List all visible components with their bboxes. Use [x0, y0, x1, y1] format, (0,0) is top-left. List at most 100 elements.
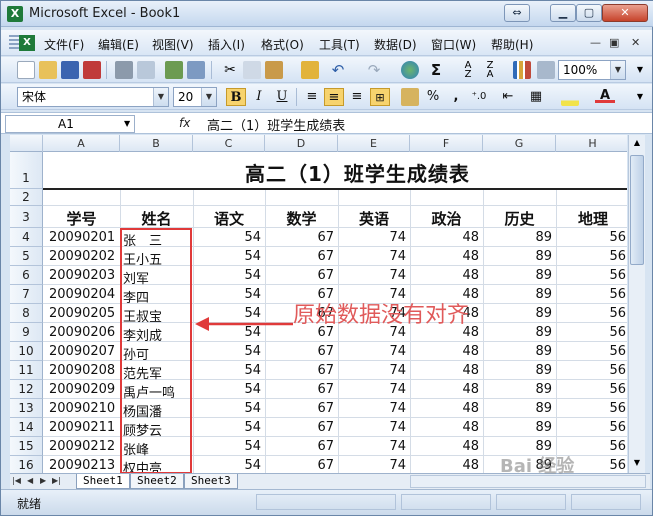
data-cell[interactable]: 48: [410, 420, 479, 435]
last-sheet-icon[interactable]: ▶|: [52, 476, 61, 485]
underline-button[interactable]: U: [272, 88, 292, 106]
data-cell[interactable]: 74: [338, 420, 406, 435]
data-cell[interactable]: 20090205: [49, 306, 122, 321]
italic-button[interactable]: I: [249, 88, 269, 106]
vertical-scrollbar[interactable]: ▲ ▼: [628, 135, 645, 473]
cut-icon[interactable]: ✂: [221, 61, 239, 79]
column-heading-cell[interactable]: 学号: [43, 208, 120, 229]
font-color-button[interactable]: A: [595, 88, 615, 103]
workbook-icon[interactable]: X: [19, 35, 35, 51]
row-header-10[interactable]: 10: [10, 342, 43, 361]
data-cell[interactable]: 48: [410, 458, 479, 473]
menu-view[interactable]: 视图(V): [152, 36, 194, 53]
doc-restore-icon[interactable]: ▣: [609, 36, 619, 49]
row-header-7[interactable]: 7: [10, 285, 43, 304]
maximize-button[interactable]: ▢: [576, 4, 602, 22]
row-header-15[interactable]: 15: [10, 437, 43, 456]
save-icon[interactable]: [61, 61, 79, 79]
new-icon[interactable]: [17, 61, 35, 79]
data-cell[interactable]: 54: [193, 344, 261, 359]
sheet-title[interactable]: 高二（1）班学生成绩表: [245, 158, 565, 187]
format-painter-icon[interactable]: [301, 61, 319, 79]
prev-sheet-icon[interactable]: ◀: [27, 476, 33, 485]
data-cell[interactable]: 74: [338, 401, 406, 416]
data-cell[interactable]: 48: [410, 230, 479, 245]
data-cell[interactable]: 20090208: [49, 363, 122, 378]
data-cell[interactable]: 56: [556, 230, 626, 245]
ribbon-toggle-icon[interactable]: ⇔: [504, 4, 530, 22]
currency-icon[interactable]: [401, 88, 419, 106]
data-cell[interactable]: 74: [338, 268, 406, 283]
chevron-down-icon[interactable]: ▼: [610, 61, 625, 79]
menu-format[interactable]: 格式(O): [261, 36, 304, 53]
column-heading-cell[interactable]: 地理: [556, 208, 627, 229]
data-cell[interactable]: 20090209: [49, 382, 122, 397]
data-cell[interactable]: 20090204: [49, 287, 122, 302]
doc-close-icon[interactable]: ✕: [631, 36, 640, 49]
data-cell[interactable]: 54: [193, 230, 261, 245]
percent-button[interactable]: %: [423, 88, 443, 106]
data-cell[interactable]: 54: [193, 401, 261, 416]
menu-edit[interactable]: 编辑(E): [98, 36, 139, 53]
data-cell[interactable]: 56: [556, 306, 626, 321]
column-header-c[interactable]: C: [193, 135, 265, 152]
row-header-11[interactable]: 11: [10, 361, 43, 380]
formula-input[interactable]: 高二（1）班学生成绩表: [207, 115, 345, 134]
data-cell[interactable]: 48: [410, 249, 479, 264]
data-cell[interactable]: 54: [193, 287, 261, 302]
scroll-thumb[interactable]: [630, 155, 644, 265]
row-header-14[interactable]: 14: [10, 418, 43, 437]
data-cell[interactable]: 67: [265, 382, 334, 397]
data-cell[interactable]: 54: [193, 439, 261, 454]
data-cell[interactable]: 89: [483, 401, 552, 416]
column-header-e[interactable]: E: [338, 135, 410, 152]
data-cell[interactable]: 20090203: [49, 268, 122, 283]
align-left-icon[interactable]: ≡: [302, 88, 322, 106]
data-cell[interactable]: 89: [483, 420, 552, 435]
first-sheet-icon[interactable]: |◀: [12, 476, 21, 485]
data-cell[interactable]: 20090201: [49, 230, 122, 245]
data-cell[interactable]: 67: [265, 363, 334, 378]
row-header-9[interactable]: 9: [10, 323, 43, 342]
data-cell[interactable]: 89: [483, 363, 552, 378]
data-cell[interactable]: 48: [410, 344, 479, 359]
data-cell[interactable]: 89: [483, 344, 552, 359]
menu-help[interactable]: 帮助(H): [491, 36, 533, 53]
data-cell[interactable]: 54: [193, 420, 261, 435]
data-cell[interactable]: 74: [338, 344, 406, 359]
row-header-8[interactable]: 8: [10, 304, 43, 323]
increase-decimal-icon[interactable]: ⁺.0: [469, 88, 489, 106]
column-header-h[interactable]: H: [556, 135, 627, 152]
data-cell[interactable]: 67: [265, 230, 334, 245]
permission-icon[interactable]: [83, 61, 101, 79]
spelling-icon[interactable]: [165, 61, 183, 79]
data-cell[interactable]: 74: [338, 439, 406, 454]
row-header-2[interactable]: 2: [10, 189, 43, 206]
data-cell[interactable]: 74: [338, 382, 406, 397]
data-cell[interactable]: 48: [410, 363, 479, 378]
data-cell[interactable]: 89: [483, 325, 552, 340]
scroll-up-icon[interactable]: ▲: [629, 135, 645, 151]
font-name-select[interactable]: 宋体 ▼: [17, 87, 169, 107]
toolbar-options-icon[interactable]: ▼: [631, 61, 649, 79]
data-cell[interactable]: 74: [338, 230, 406, 245]
data-cell[interactable]: 56: [556, 249, 626, 264]
data-cell[interactable]: 67: [265, 401, 334, 416]
open-icon[interactable]: [39, 61, 57, 79]
row-header-3[interactable]: 3: [10, 206, 43, 228]
data-cell[interactable]: 67: [265, 268, 334, 283]
data-cell[interactable]: 54: [193, 458, 261, 473]
data-cell[interactable]: 74: [338, 249, 406, 264]
row-header-1[interactable]: 1: [10, 152, 43, 189]
data-cell[interactable]: 74: [338, 458, 406, 473]
select-all-corner[interactable]: [10, 135, 43, 152]
data-cell[interactable]: 67: [265, 439, 334, 454]
sort-ascending-icon[interactable]: AZ: [459, 61, 477, 80]
data-cell[interactable]: 56: [556, 325, 626, 340]
fill-color-icon[interactable]: [561, 88, 579, 106]
next-sheet-icon[interactable]: ▶: [40, 476, 46, 485]
row-header-6[interactable]: 6: [10, 266, 43, 285]
copy-icon[interactable]: [243, 61, 261, 79]
doc-minimize-icon[interactable]: —: [590, 36, 601, 49]
chevron-down-icon[interactable]: ▼: [201, 88, 216, 106]
